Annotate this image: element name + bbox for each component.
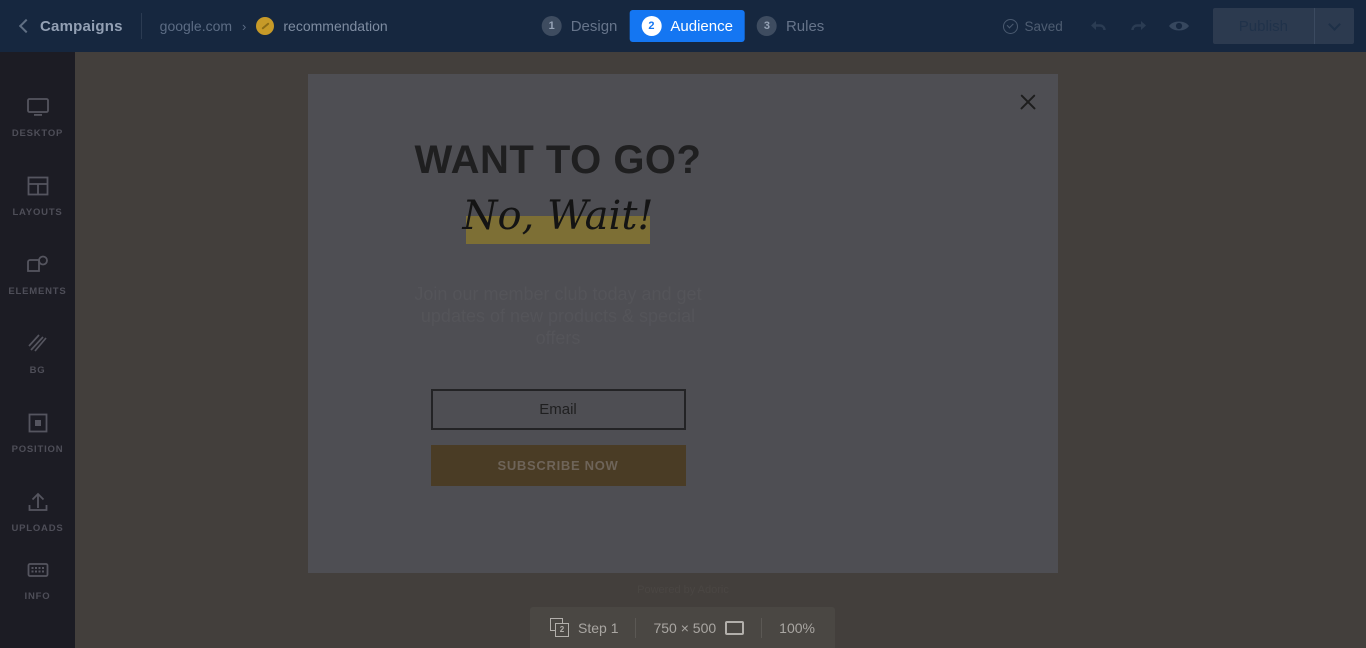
campaigns-link[interactable]: Campaigns [40, 18, 123, 35]
sidebar-item-position[interactable]: POSITION [0, 410, 75, 455]
chevron-down-icon [1328, 17, 1341, 31]
sidebar-item-label: UPLOADS [11, 523, 64, 534]
status-badge: Saved [987, 18, 1079, 34]
popup-content: WANT TO GO? No, Wait! Join our member cl… [308, 74, 808, 573]
publish-group: Publish [1212, 8, 1354, 44]
popup-body-text: Join our member club today and get updat… [414, 284, 702, 348]
check-circle-icon [1002, 18, 1018, 34]
step-number: 1 [541, 16, 562, 36]
elements-icon [26, 255, 48, 272]
position-icon [28, 413, 47, 433]
sidebar-item-label: LAYOUTS [12, 207, 63, 218]
step-number: 3 [756, 16, 777, 36]
step-tabs: 1 Design 2 Audience 3 Rules [530, 0, 837, 52]
subscribe-button[interactable]: SUBSCRIBE NOW [430, 444, 686, 486]
sidebar-item-label: POSITION [11, 444, 64, 455]
layers-count: 2 [555, 623, 569, 637]
sidebar-item-label: ELEMENTS [8, 286, 67, 297]
tab-audience[interactable]: 2 Audience [629, 10, 745, 42]
toolbar-divider [635, 617, 637, 638]
redo-icon[interactable] [1122, 9, 1156, 43]
header-divider [140, 13, 142, 39]
tab-rules[interactable]: 3 Rules [745, 10, 836, 42]
popup-script-line-wrap: No, Wait! [462, 193, 654, 248]
breadcrumb-domain[interactable]: google.com [160, 18, 232, 34]
sidebar-item-layouts[interactable]: LAYOUTS [0, 173, 75, 218]
header-actions: Saved Publish [987, 0, 1354, 52]
breadcrumb: Campaigns google.com › recommendation [0, 13, 388, 39]
step-label: Step 1 [578, 619, 619, 636]
publish-dropdown-toggle[interactable] [1314, 8, 1354, 44]
eye-icon[interactable] [1162, 9, 1196, 43]
breadcrumb-campaign-name[interactable]: recommendation [283, 18, 387, 34]
zoom-control[interactable]: 100% [779, 620, 815, 636]
toolbar-divider [761, 617, 763, 638]
powered-by-label: Powered by Adoric [637, 584, 729, 596]
step-label: Audience [670, 17, 733, 35]
popup-headline: WANT TO GO? [414, 138, 702, 182]
left-sidebar: DESKTOP LAYOUTS ELEMENTS BG POSITION UPL… [0, 52, 75, 648]
sidebar-item-label: BG [29, 365, 46, 376]
uploads-icon [28, 492, 47, 511]
undo-icon[interactable] [1082, 9, 1116, 43]
dimensions-label: 750 × 500 [653, 619, 717, 636]
desktop-icon [26, 98, 49, 116]
rectangle-icon [725, 620, 745, 635]
zoom-level-label: 100% [779, 619, 815, 636]
sidebar-item-label: DESKTOP [11, 128, 64, 139]
sidebar-item-bg[interactable]: BG [0, 331, 75, 376]
sidebar-item-info[interactable]: INFO [0, 557, 75, 602]
step-label: Rules [785, 17, 825, 35]
app-root: Campaigns google.com › recommendation 1 … [0, 0, 1366, 648]
breadcrumb-separator: › [242, 18, 247, 34]
layers-icon: 2 [550, 618, 569, 637]
campaign-type-icon [256, 17, 275, 35]
tab-design[interactable]: 1 Design [530, 10, 630, 42]
step-indicator[interactable]: 2 Step 1 [550, 618, 618, 637]
step-number: 2 [641, 16, 662, 36]
saved-label: Saved [1024, 18, 1063, 34]
layouts-icon [27, 176, 48, 196]
sidebar-item-elements[interactable]: ELEMENTS [0, 252, 75, 297]
email-field[interactable] [430, 388, 686, 430]
step-label: Design [570, 17, 618, 35]
close-icon[interactable] [1017, 91, 1039, 113]
editor-canvas[interactable]: WANT TO GO? No, Wait! Join our member cl… [75, 52, 1366, 648]
chevron-left-icon[interactable] [14, 16, 34, 36]
dimensions-control[interactable]: 750 × 500 [653, 619, 745, 636]
bg-icon [27, 334, 47, 352]
sidebar-item-label: INFO [24, 591, 51, 602]
info-icon [27, 563, 48, 577]
popup-preview[interactable]: WANT TO GO? No, Wait! Join our member cl… [308, 74, 1058, 573]
top-header: Campaigns google.com › recommendation 1 … [0, 0, 1366, 52]
sidebar-item-desktop[interactable]: DESKTOP [0, 94, 75, 139]
bottom-toolbar: 2 Step 1 750 × 500 100% [530, 607, 835, 648]
sidebar-item-uploads[interactable]: UPLOADS [0, 489, 75, 534]
popup-script-line: No, Wait! [462, 193, 654, 239]
publish-button[interactable]: Publish [1213, 8, 1314, 44]
